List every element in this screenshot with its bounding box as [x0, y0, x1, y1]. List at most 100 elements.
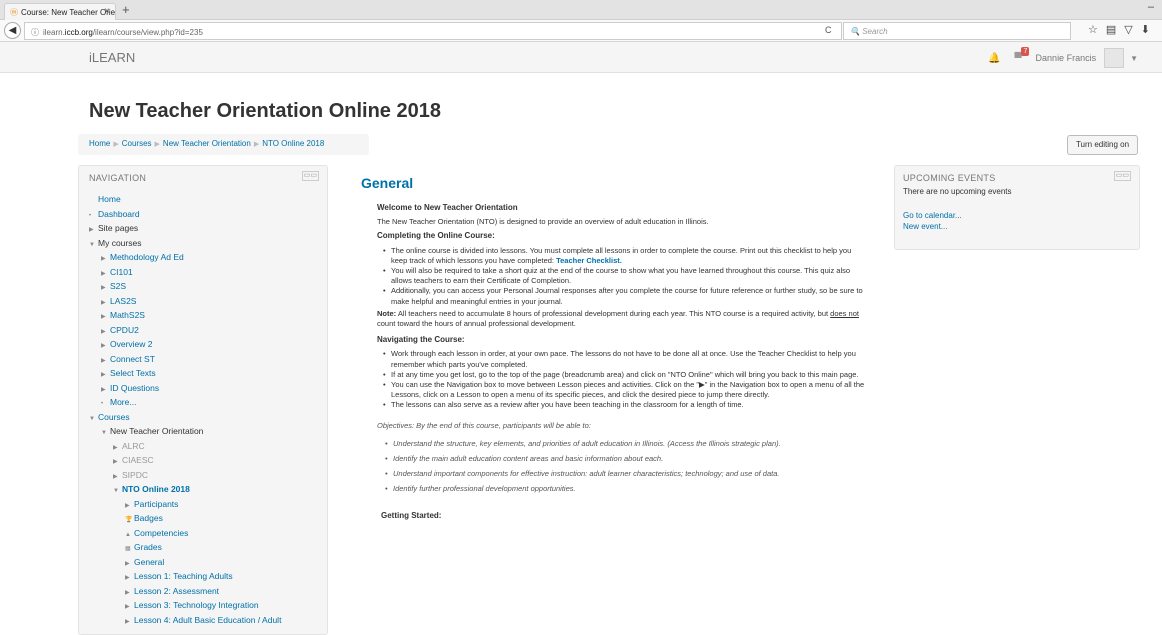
- nav-item[interactable]: ▶ SIPDC: [89, 468, 317, 483]
- nav-item[interactable]: Home: [89, 192, 317, 207]
- nav-item[interactable]: ▶ Overview 2: [89, 337, 317, 352]
- nav-item[interactable]: ▶ ID Questions: [89, 381, 317, 396]
- nav-item-label[interactable]: CPDU2: [110, 325, 139, 335]
- nav-item-label[interactable]: Competencies: [134, 528, 188, 538]
- nav-item[interactable]: ▶ General: [89, 555, 317, 570]
- nav-item-label[interactable]: LAS2S: [110, 296, 136, 306]
- expanded-icon: ▼: [89, 241, 95, 248]
- user-menu-area: 🔔 ▀ 7 Dannie Francis ▼: [988, 46, 1138, 69]
- breadcrumb: Home ▶ Courses ▶ New Teacher Orientation ▶ NTO…: [78, 134, 369, 155]
- nav-item-label[interactable]: Lesson 1: Teaching Adults: [134, 571, 233, 581]
- completing-list: The online course is divided into lesson…: [383, 246, 866, 307]
- navigation-block: NAVIGATION ▭▭ Home • Dashboard ▶ Site pages ▼…: [78, 165, 328, 635]
- nav-item-label[interactable]: Badges: [134, 513, 163, 523]
- nav-item-label[interactable]: ID Questions: [110, 383, 159, 393]
- nav-item-label[interactable]: Methodology Ad Ed: [110, 252, 184, 262]
- page-title: New Teacher Orientation Online 2018: [89, 100, 441, 122]
- breadcrumb-new-teacher-orientation[interactable]: New Teacher Orientation: [163, 139, 251, 148]
- avatar[interactable]: [1104, 48, 1125, 68]
- collapsed-icon: ▶: [125, 618, 130, 625]
- url-path: /ilearn/course/view.php?id=235: [92, 28, 203, 37]
- nav-item[interactable]: • More...: [89, 395, 317, 410]
- nav-item-label[interactable]: General: [134, 557, 164, 567]
- nav-item-label[interactable]: Participants: [134, 499, 178, 509]
- search-placeholder: Search: [862, 27, 888, 36]
- nav-item[interactable]: ▶ Participants: [89, 497, 317, 512]
- teacher-checklist-link[interactable]: Teacher Checklist.: [556, 256, 622, 265]
- nav-item[interactable]: • Dashboard: [89, 207, 317, 222]
- navigation-tree: Home • Dashboard ▶ Site pages ▼ My courses ▶ Met…: [89, 192, 317, 627]
- browser-search-input[interactable]: 🔍 Search: [843, 22, 1071, 40]
- close-tab-icon[interactable]: ×: [104, 6, 110, 17]
- info-icon[interactable]: ⓘ: [31, 28, 39, 37]
- turn-editing-on-button[interactable]: Turn editing on: [1067, 135, 1138, 155]
- list-item: Identify the main adult education conten…: [385, 454, 866, 464]
- nav-item[interactable]: ▶ Connect ST: [89, 352, 317, 367]
- nav-item[interactable]: ▶ S2S: [89, 279, 317, 294]
- messages-icon[interactable]: ▀ 7: [1014, 46, 1030, 64]
- nav-item-label[interactable]: S2S: [110, 281, 126, 291]
- getting-started-heading: Getting Started:: [381, 510, 442, 520]
- breadcrumb-courses[interactable]: Courses: [122, 139, 152, 148]
- navigating-heading: Navigating the Course:: [377, 335, 465, 345]
- nav-item[interactable]: ▼ Courses: [89, 410, 317, 425]
- reload-icon[interactable]: C: [825, 25, 832, 35]
- nav-item-label[interactable]: Select Texts: [110, 368, 156, 378]
- nav-item-label[interactable]: Courses: [98, 412, 130, 422]
- nav-item[interactable]: ▶ CIAESC: [89, 453, 317, 468]
- nav-item-label[interactable]: Lesson 4: Adult Basic Education / Adult: [134, 615, 281, 625]
- bookmark-star-icon[interactable]: ☆: [1088, 24, 1106, 36]
- nav-item[interactable]: ▶ CI101: [89, 265, 317, 280]
- welcome-heading: Welcome to New Teacher Orientation: [377, 203, 518, 212]
- nav-item-label[interactable]: Grades: [134, 542, 162, 552]
- nav-item-label[interactable]: Overview 2: [110, 339, 153, 349]
- nav-item-label[interactable]: Dashboard: [98, 209, 140, 219]
- nav-item[interactable]: ▶ Lesson 3: Technology Integration: [89, 598, 317, 613]
- new-tab-button[interactable]: +: [122, 2, 130, 17]
- nav-item[interactable]: ▼ New Teacher Orientation: [89, 424, 317, 439]
- nav-item[interactable]: ▶ Site pages: [89, 221, 317, 236]
- nav-item[interactable]: ▶ CPDU2: [89, 323, 317, 338]
- reading-list-icon[interactable]: ▤: [1106, 24, 1124, 36]
- list-item: Understand the structure, key elements, …: [385, 439, 866, 449]
- nav-item[interactable]: 🏆 Badges: [89, 511, 317, 526]
- chevron-down-icon[interactable]: ▼: [1130, 54, 1138, 63]
- back-arrow-icon[interactable]: ◀: [4, 22, 21, 39]
- nav-item-label[interactable]: Connect ST: [110, 354, 155, 364]
- nav-item[interactable]: ▲ Competencies: [89, 526, 317, 541]
- nav-item[interactable]: ▶ Lesson 1: Teaching Adults: [89, 569, 317, 584]
- nav-item-label[interactable]: More...: [110, 397, 136, 407]
- upcoming-events-title: UPCOMING EVENTS: [903, 173, 996, 183]
- go-to-calendar-link[interactable]: Go to calendar...: [903, 211, 962, 220]
- nav-item-label[interactable]: Lesson 3: Technology Integration: [134, 600, 259, 610]
- nav-item-label[interactable]: Lesson 2: Assessment: [134, 586, 219, 596]
- nav-item[interactable]: ▶ Lesson 2: Assessment: [89, 584, 317, 599]
- block-controls-icon[interactable]: ▭▭: [1113, 171, 1131, 181]
- nav-item[interactable]: ▶ LAS2S: [89, 294, 317, 309]
- download-icon[interactable]: ⬇: [1141, 24, 1158, 36]
- minimize-window-button[interactable]: –: [1148, 1, 1154, 13]
- nav-item-label[interactable]: MathS2S: [110, 310, 145, 320]
- nav-item[interactable]: ▼ NTO Online 2018: [89, 482, 317, 497]
- new-event-link[interactable]: New event...: [903, 222, 947, 231]
- nav-item-label[interactable]: NTO Online 2018: [122, 484, 190, 494]
- address-bar[interactable]: ⓘ ilearn.iccb.org/ilearn/course/view.php?…: [24, 22, 842, 40]
- nav-item-label[interactable]: Home: [98, 194, 121, 204]
- nav-item[interactable]: ▶ MathS2S: [89, 308, 317, 323]
- nav-item[interactable]: ▶ Methodology Ad Ed: [89, 250, 317, 265]
- user-name[interactable]: Dannie Francis: [1036, 53, 1097, 63]
- browser-tab[interactable]: ⓜ Course: New Teacher Orient ×: [4, 3, 116, 20]
- pocket-icon[interactable]: ▽: [1124, 24, 1140, 36]
- nav-item-label: Site pages: [98, 223, 139, 233]
- site-brand[interactable]: iLEARN: [89, 50, 135, 65]
- nav-item[interactable]: ▼ My courses: [89, 236, 317, 251]
- breadcrumb-nto-online[interactable]: NTO Online 2018: [262, 139, 324, 148]
- nav-item[interactable]: ▶ Select Texts: [89, 366, 317, 381]
- nav-item[interactable]: ▶ ALRC: [89, 439, 317, 454]
- block-controls-icon[interactable]: ▭▭: [301, 171, 319, 181]
- breadcrumb-home[interactable]: Home: [89, 139, 110, 148]
- list-item: You will also be required to take a shor…: [383, 266, 866, 286]
- nav-item[interactable]: ▦ Grades: [89, 540, 317, 555]
- nav-item-label[interactable]: CI101: [110, 267, 133, 277]
- notifications-bell-icon[interactable]: 🔔: [988, 53, 1000, 64]
